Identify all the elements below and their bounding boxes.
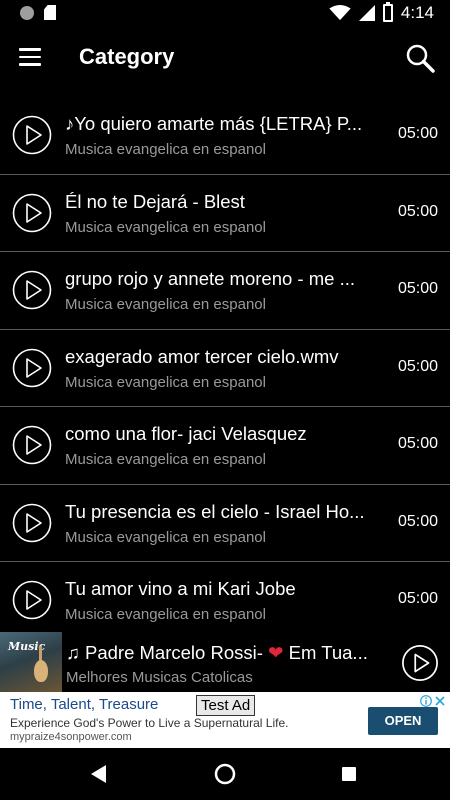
play-icon[interactable]: [12, 193, 52, 233]
status-time: 4:14: [400, 3, 434, 22]
play-icon[interactable]: [12, 503, 52, 543]
mini-player[interactable]: Music ♫ Padre Marcelo Rossi- ❤ Em Tua...…: [0, 632, 450, 692]
song-subtitle: Musica evangelica en espanol: [65, 218, 266, 236]
song-duration: 05:00: [397, 202, 438, 220]
status-left: [20, 5, 56, 20]
song-subtitle: Musica evangelica en espanol: [65, 296, 266, 313]
list-item[interactable]: exagerado amor tercer cielo.wmv Musica ev…: [0, 330, 450, 407]
list-item[interactable]: grupo rojo y annete moreno - me ... Music…: [0, 252, 450, 330]
ad-description: Experience God's Power to Live a Superna…: [10, 716, 289, 730]
song-title: como una flor- jaci Velasquez: [65, 423, 307, 444]
list-item[interactable]: como una flor- jaci Velasquez Musica evan…: [0, 407, 450, 485]
ad-close-icon[interactable]: [434, 695, 446, 707]
status-right: 4:14: [329, 2, 434, 23]
song-duration: 05:00: [397, 435, 438, 452]
test-ad-badge: Test Ad: [196, 695, 256, 716]
song-duration: 05:00: [397, 125, 438, 142]
ad-open-button[interactable]: OPEN: [368, 707, 438, 735]
sd-card-icon: [44, 5, 56, 20]
song-subtitle: Musica evangelica en espanol: [65, 528, 266, 546]
song-title: grupo rojo y annete moreno - me ...: [65, 268, 355, 289]
song-title: exagerado amor tercer cielo.wmv: [65, 345, 339, 367]
list-item[interactable]: Tu amor vino a mi Kari Jobe Musica evange…: [0, 562, 450, 640]
song-list: ♪Yo quiero amarte más {LETRA} P... Musica…: [0, 97, 450, 640]
play-icon[interactable]: [12, 580, 52, 620]
guitar-icon: [34, 660, 48, 682]
recent-apps-icon[interactable]: [342, 767, 356, 781]
notification-dot-icon: [20, 5, 34, 20]
search-icon[interactable]: [404, 42, 436, 74]
play-icon[interactable]: [12, 425, 52, 465]
ad-title[interactable]: Time, Talent, Treasure: [10, 696, 158, 713]
play-icon[interactable]: [12, 270, 52, 310]
now-playing-title-start: ♫ Padre Marcelo Rossi-: [66, 642, 269, 663]
play-icon[interactable]: [12, 348, 52, 388]
song-subtitle: Musica evangelica en espanol: [65, 451, 266, 468]
mini-player-play-button[interactable]: [401, 644, 439, 682]
wifi-icon: [329, 5, 351, 21]
song-duration: 05:00: [397, 357, 438, 375]
song-duration: 05:00: [397, 590, 438, 607]
song-subtitle: Musica evangelica en espanol: [65, 373, 266, 391]
menu-icon[interactable]: [19, 48, 41, 66]
list-item[interactable]: ♪Yo quiero amarte más {LETRA} P... Musica…: [0, 97, 450, 175]
back-icon[interactable]: [91, 765, 107, 783]
ad-banner[interactable]: Time, Talent, Treasure Test Ad Experienc…: [0, 692, 450, 748]
ad-choices-icon[interactable]: [420, 695, 432, 707]
song-title: Él no te Dejará - Blest: [65, 190, 245, 212]
page-title: Category: [79, 44, 175, 69]
song-subtitle: Musica evangelica en espanol: [65, 606, 266, 623]
now-playing-subtitle: Melhores Musicas Catolicas: [66, 669, 253, 686]
heart-icon: ❤: [268, 642, 284, 663]
app-bar: Category: [0, 26, 450, 92]
song-title: ♪Yo quiero amarte más {LETRA} P...: [65, 113, 363, 134]
status-bar: 4:14: [0, 0, 450, 26]
song-title: Tu presencia es el cielo - Israel Ho...: [65, 500, 365, 522]
song-title: Tu amor vino a mi Kari Jobe: [65, 578, 296, 599]
battery-icon: [382, 2, 393, 22]
home-icon[interactable]: [214, 763, 236, 785]
list-item[interactable]: Tu presencia es el cielo - Israel Ho... M…: [0, 485, 450, 562]
play-icon[interactable]: [12, 115, 52, 155]
signal-icon: [358, 5, 375, 21]
album-thumbnail: Music: [0, 632, 62, 692]
list-item[interactable]: Él no te Dejará - Blest Musica evangelica…: [0, 175, 450, 252]
navigation-bar: [0, 748, 450, 800]
ad-url: mypraize4sonpower.com: [10, 731, 132, 743]
song-subtitle: Musica evangelica en espanol: [65, 141, 266, 158]
now-playing-title-end: Em Tua...: [283, 642, 368, 663]
now-playing-title: ♫ Padre Marcelo Rossi- ❤ Em Tua...: [66, 642, 386, 664]
song-duration: 05:00: [397, 280, 438, 297]
song-duration: 05:00: [397, 512, 438, 530]
